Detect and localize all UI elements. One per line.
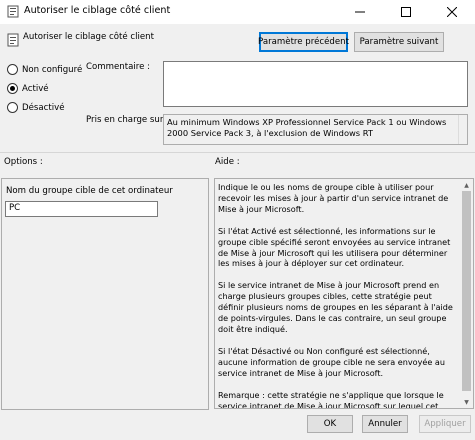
window-title: Autoriser le ciblage côté client <box>24 5 171 16</box>
help-paragraph: Indique le ou les noms de groupe cible à… <box>218 182 449 214</box>
maximize-button[interactable] <box>383 0 429 24</box>
radio-circle[interactable] <box>7 83 18 94</box>
options-label: Options : <box>4 157 43 167</box>
radio-label: Désactivé <box>22 102 65 113</box>
comment-label: Commentaire : <box>86 62 151 72</box>
help-paragraph: Si le service intranet de Mise à jour Mi… <box>218 280 453 334</box>
policy-icon <box>7 5 19 18</box>
target-group-input[interactable]: PC <box>5 201 158 217</box>
divider <box>0 152 475 153</box>
maximize-icon <box>401 7 411 17</box>
ok-button[interactable]: OK <box>307 415 353 433</box>
close-button[interactable] <box>429 0 475 24</box>
radio-label: Activé <box>22 83 49 94</box>
help-label: Aide : <box>215 157 240 167</box>
supported-on-field: Au minimum Windows XP Professionnel Serv… <box>163 114 468 145</box>
minimize-button[interactable] <box>337 0 383 24</box>
radio-circle[interactable] <box>7 102 18 113</box>
setting-title: Autoriser le ciblage côté client <box>23 32 154 42</box>
help-scrollbar[interactable]: ▲ ▼ <box>460 179 473 408</box>
help-pane: Indique le ou les noms de groupe cible à… <box>214 178 474 409</box>
radio-label: Non configuré <box>22 64 83 75</box>
help-paragraph: Si l'état Désactivé ou Non configuré est… <box>218 345 446 378</box>
supported-on-label: Pris en charge sur : <box>86 115 170 125</box>
comment-textarea[interactable] <box>163 61 468 107</box>
scroll-up-icon[interactable]: ▲ <box>462 180 471 190</box>
help-text: Indique le ou les noms de groupe cible à… <box>218 182 460 409</box>
apply-button[interactable]: Appliquer <box>419 415 471 433</box>
supported-scrollbar[interactable] <box>458 115 467 144</box>
help-paragraph: Remarque : cette stratégie ne s'applique… <box>218 389 444 409</box>
radio-not-configured[interactable]: Non configuré <box>7 64 82 75</box>
scroll-thumb[interactable] <box>462 191 471 391</box>
radio-disabled[interactable]: Désactivé <box>7 102 65 113</box>
minimize-icon <box>355 11 365 13</box>
previous-setting-button[interactable]: Paramètre précédent <box>258 32 349 52</box>
setting-icon <box>7 33 19 47</box>
target-group-label: Nom du groupe cible de cet ordinateur <box>6 186 173 196</box>
radio-enabled[interactable]: Activé <box>7 83 49 94</box>
scroll-down-icon[interactable]: ▼ <box>462 397 471 407</box>
close-icon <box>447 7 457 17</box>
next-setting-button[interactable]: Paramètre suivant <box>354 32 444 52</box>
help-paragraph: Si l'état Activé est sélectionné, les in… <box>218 225 451 269</box>
radio-circle[interactable] <box>7 64 18 75</box>
cancel-button[interactable]: Annuler <box>362 415 408 433</box>
